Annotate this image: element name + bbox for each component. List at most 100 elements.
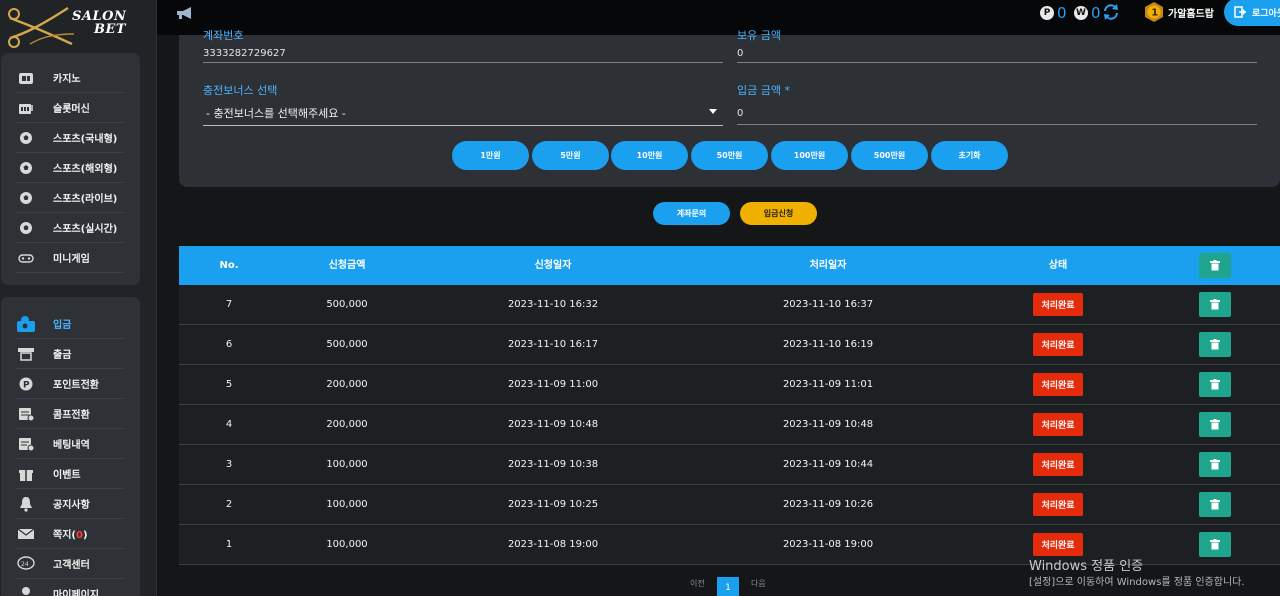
amount-100k-button[interactable]: 10만원 bbox=[611, 141, 688, 170]
cell-request-date: 2023-11-09 10:38 bbox=[507, 459, 599, 470]
cell-amount: 200,000 bbox=[326, 419, 368, 430]
deposit-submit-button[interactable]: 입금신청 bbox=[740, 202, 817, 225]
sidebar-item-slot[interactable]: 슬롯머신 bbox=[15, 93, 124, 123]
pagination-next[interactable]: 다음 bbox=[751, 578, 766, 589]
cell-no: 6 bbox=[225, 339, 233, 350]
delete-row-button[interactable] bbox=[1199, 292, 1231, 317]
cell-request-date: 2023-11-10 16:32 bbox=[507, 299, 599, 310]
sidebar-item-label: 카지노 bbox=[53, 74, 81, 85]
sidebar-item-label: 고객센터 bbox=[53, 560, 90, 571]
cell-request-date: 2023-11-09 10:48 bbox=[507, 419, 599, 430]
sidebar-item-sports-live[interactable]: 스포츠(라이브) bbox=[15, 183, 124, 213]
sidebar-item-sports-realtime[interactable]: 스포츠(실시간) bbox=[15, 213, 124, 243]
sidebar-item-label: 스포츠(국내형) bbox=[53, 134, 118, 145]
amount-1m-button[interactable]: 100만원 bbox=[771, 141, 848, 170]
account-number-value: 3333282729627 bbox=[203, 48, 286, 59]
username: 가알흠드랍 bbox=[1168, 9, 1214, 20]
pagination-prev[interactable]: 이전 bbox=[690, 578, 705, 589]
refresh-icon[interactable] bbox=[1102, 3, 1120, 25]
wallet-value: 0 bbox=[1091, 4, 1101, 22]
svg-text:P: P bbox=[23, 380, 30, 390]
logout-icon bbox=[1234, 6, 1246, 18]
cell-process-date: 2023-11-10 16:37 bbox=[782, 299, 874, 310]
trash-icon bbox=[1210, 539, 1220, 550]
delete-row-button[interactable] bbox=[1199, 332, 1231, 357]
cell-request-date: 2023-11-10 16:17 bbox=[507, 339, 599, 350]
user-icon bbox=[15, 585, 37, 596]
wallet-icon: W bbox=[1074, 6, 1088, 20]
delete-row-button[interactable] bbox=[1199, 492, 1231, 517]
sidebar-item-mypage[interactable]: 마이페이지 bbox=[15, 579, 124, 596]
amount-50k-button[interactable]: 5만원 bbox=[532, 141, 609, 170]
column-header-status: 상태 bbox=[1048, 260, 1068, 271]
sidebar-item-label: 스포츠(실시간) bbox=[53, 224, 118, 235]
sidebar-item-label: 이벤트 bbox=[53, 470, 81, 481]
cell-no: 1 bbox=[225, 539, 233, 550]
trash-icon bbox=[1210, 459, 1220, 470]
sidebar-item-deposit[interactable]: 입금 bbox=[15, 309, 124, 339]
rank-badge-icon: 1 bbox=[1143, 1, 1165, 23]
sidebar-item-minigame[interactable]: 미니게임 bbox=[15, 243, 124, 273]
soccer-ball-icon bbox=[15, 189, 37, 207]
sidebar: SALON BET 카지노 슬롯머신 스포츠(국내형) 스포츠(해외형) 스포츠… bbox=[0, 0, 157, 596]
trash-icon bbox=[1210, 260, 1220, 271]
balance-label: 보유 금액 bbox=[737, 29, 781, 42]
account-inquiry-button[interactable]: 계좌문의 bbox=[653, 202, 730, 225]
logout-label: 로그아웃 bbox=[1252, 8, 1280, 19]
sidebar-item-label: 공지사항 bbox=[53, 500, 90, 511]
table-header: No. 신청금액 신청일자 처리일자 상태 bbox=[179, 246, 1280, 285]
status-badge: 처리완료 bbox=[1033, 453, 1083, 476]
sidebar-item-label-text: 쪽지 bbox=[53, 530, 72, 541]
table-row: 7 500,000 2023-11-10 16:32 2023-11-10 16:37… bbox=[179, 285, 1280, 325]
support-icon: 24 bbox=[15, 555, 37, 573]
cell-process-date: 2023-11-08 19:00 bbox=[782, 539, 874, 550]
pagination-page-current[interactable]: 1 bbox=[717, 577, 739, 596]
soccer-ball-icon bbox=[15, 159, 37, 177]
sidebar-item-notice[interactable]: 공지사항 bbox=[15, 489, 124, 519]
sidebar-item-casino[interactable]: 카지노 bbox=[15, 63, 124, 93]
mail-icon bbox=[15, 525, 37, 543]
account-number-underline bbox=[203, 62, 723, 63]
amount-10k-button[interactable]: 1만원 bbox=[452, 141, 529, 170]
sidebar-item-message[interactable]: 쪽지(0) bbox=[15, 519, 124, 549]
megaphone-icon[interactable] bbox=[175, 5, 195, 24]
deposit-amount-value: 0 bbox=[737, 108, 744, 119]
sidebar-item-support[interactable]: 24 고객센터 bbox=[15, 549, 124, 579]
deposit-history-table: No. 신청금액 신청일자 처리일자 상태 7 500,000 2023-11-10… bbox=[179, 246, 1280, 565]
account-number-label: 계좌번호 bbox=[203, 29, 244, 42]
sidebar-item-point-convert[interactable]: P 포인트전환 bbox=[15, 369, 124, 399]
reset-amount-button[interactable]: 초기화 bbox=[931, 141, 1008, 170]
status-badge: 처리완료 bbox=[1033, 373, 1083, 396]
amount-500k-button[interactable]: 50만원 bbox=[691, 141, 768, 170]
points-balance: P 0 bbox=[1040, 4, 1067, 22]
sidebar-item-label: 미니게임 bbox=[53, 254, 90, 265]
cell-request-date: 2023-11-09 10:25 bbox=[507, 499, 599, 510]
withdraw-icon bbox=[15, 345, 37, 363]
sidebar-item-comp-convert[interactable]: 콤프전환 bbox=[15, 399, 124, 429]
bonus-select-underline bbox=[203, 125, 723, 126]
amount-5m-button[interactable]: 500만원 bbox=[851, 141, 928, 170]
delete-row-button[interactable] bbox=[1199, 532, 1231, 557]
site-logo[interactable]: SALON BET bbox=[6, 4, 146, 50]
points-value: 0 bbox=[1057, 4, 1067, 22]
sidebar-item-label: 베팅내역 bbox=[53, 440, 90, 451]
scissors-logo-icon bbox=[8, 6, 75, 48]
brand-name: SALON BET bbox=[72, 10, 126, 36]
sidebar-item-event[interactable]: 이벤트 bbox=[15, 459, 124, 489]
delete-row-button[interactable] bbox=[1199, 372, 1231, 397]
delete-row-button[interactable] bbox=[1199, 452, 1231, 477]
sidebar-item-sports-overseas[interactable]: 스포츠(해외형) bbox=[15, 153, 124, 183]
bonus-select[interactable]: - 충전보너스를 선택해주세요 - bbox=[203, 99, 723, 126]
status-badge: 처리완료 bbox=[1033, 413, 1083, 436]
sidebar-item-bet-history[interactable]: 베팅내역 bbox=[15, 429, 124, 459]
delete-row-button[interactable] bbox=[1199, 412, 1231, 437]
sidebar-item-sports-domestic[interactable]: 스포츠(국내형) bbox=[15, 123, 124, 153]
cell-amount: 100,000 bbox=[326, 459, 368, 470]
deposit-amount-input[interactable]: 0 bbox=[737, 99, 1257, 125]
status-badge: 처리완료 bbox=[1033, 493, 1083, 516]
sidebar-item-withdraw[interactable]: 출금 bbox=[15, 339, 124, 369]
table-row: 6 500,000 2023-11-10 16:17 2023-11-10 16:19… bbox=[179, 325, 1280, 365]
delete-all-button[interactable] bbox=[1199, 253, 1231, 278]
logout-button[interactable]: 로그아웃 bbox=[1224, 0, 1280, 26]
cell-amount: 200,000 bbox=[326, 379, 368, 390]
